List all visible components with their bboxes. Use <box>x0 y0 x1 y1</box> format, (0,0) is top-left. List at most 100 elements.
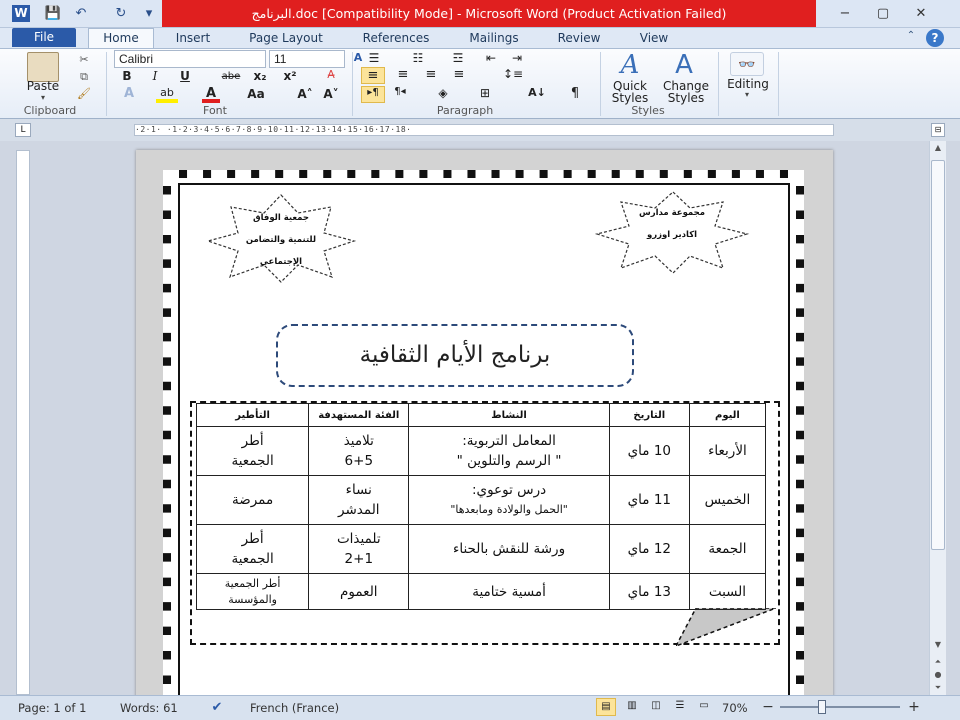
scroll-up-icon[interactable]: ▲ <box>932 143 944 155</box>
cell-date[interactable]: 11 ماي <box>608 475 690 525</box>
font-family-combo[interactable]: Calibri <box>114 50 266 68</box>
tab-review[interactable]: Review <box>548 30 610 48</box>
browse-object-icon[interactable]: ● <box>932 670 944 682</box>
cell-day[interactable]: الخميس <box>688 475 767 525</box>
cell-activity[interactable]: المعامل التربوية: " الرسم والتلوين " <box>408 426 610 476</box>
text-effects-icon[interactable]: A <box>118 86 140 103</box>
rtl-direction-icon[interactable]: ¶◂ <box>390 86 410 103</box>
draft-view-icon[interactable]: ▭ <box>694 698 714 716</box>
cell-day[interactable]: الجمعة <box>688 524 767 574</box>
paste-icon[interactable] <box>27 52 59 82</box>
underline-button[interactable]: U <box>176 68 194 85</box>
horizontal-ruler[interactable]: ·2·1· ·1·2·3·4·5·6·7·8·9·10·11·12·13·14·… <box>134 124 834 136</box>
sort-icon[interactable]: A↓ <box>526 86 548 103</box>
clear-formatting-icon[interactable]: A̶ <box>320 68 342 85</box>
cell-date[interactable]: 13 ماي <box>608 573 690 610</box>
undo-icon[interactable]: ↶ <box>72 5 90 22</box>
proofing-icon[interactable]: ✔ <box>206 698 228 718</box>
minimize-ribbon-icon[interactable]: ⌃ <box>904 30 918 44</box>
minimize-button[interactable]: − <box>828 4 862 24</box>
zoom-slider[interactable] <box>780 706 900 708</box>
increase-indent-icon[interactable]: ⇥ <box>508 51 526 66</box>
shading-icon[interactable]: ◈ <box>432 86 454 103</box>
next-page-icon[interactable]: ⏷ <box>932 683 944 694</box>
language-indicator[interactable]: French (France) <box>250 697 339 719</box>
decrease-indent-icon[interactable]: ⇤ <box>482 51 500 66</box>
program-title-banner[interactable]: برنامج الأيام الثقافية <box>276 324 634 387</box>
align-right-icon[interactable]: ≡ <box>420 67 442 84</box>
borders-icon[interactable]: ⊞ <box>474 86 496 103</box>
align-left-icon[interactable]: ≡ <box>361 67 385 84</box>
justify-icon[interactable]: ≡ <box>448 67 470 84</box>
web-layout-view-icon[interactable]: ◫ <box>646 698 666 716</box>
cell-day[interactable]: الأربعاء <box>688 426 767 476</box>
vertical-ruler[interactable] <box>16 150 30 695</box>
cell-date[interactable]: 10 ماي <box>608 426 690 476</box>
shrink-font-button[interactable]: A˅ <box>320 86 342 103</box>
superscript-button[interactable]: x² <box>280 68 300 85</box>
zoom-level[interactable]: 70% <box>722 697 748 719</box>
tab-references[interactable]: References <box>352 30 440 48</box>
restore-button[interactable]: ▢ <box>866 4 900 24</box>
word-count[interactable]: Words: 61 <box>120 697 178 719</box>
zoom-in-button[interactable]: + <box>906 699 922 715</box>
tab-page-layout[interactable]: Page Layout <box>240 30 332 48</box>
full-screen-view-icon[interactable]: ▥ <box>622 698 642 716</box>
change-case-button[interactable]: Aa <box>242 86 270 103</box>
previous-page-icon[interactable]: ⏶ <box>932 657 944 669</box>
outline-view-icon[interactable]: ☰ <box>670 698 690 716</box>
cell-staff[interactable]: أطر الجمعية والمؤسسة <box>195 573 310 610</box>
numbering-icon[interactable]: ☷ <box>406 51 430 66</box>
cell-date[interactable]: 12 ماي <box>608 524 690 574</box>
redo-icon[interactable]: ↻ <box>112 5 130 22</box>
tab-insert[interactable]: Insert <box>165 30 221 48</box>
ltr-direction-icon[interactable]: ▸¶ <box>361 86 385 103</box>
word-app-icon[interactable]: W <box>12 5 30 22</box>
quick-styles-icon[interactable]: A <box>612 50 648 80</box>
tab-selector-icon[interactable]: L <box>15 123 31 137</box>
italic-button[interactable]: I <box>146 68 164 85</box>
strikethrough-button[interactable]: abe <box>218 68 244 85</box>
change-styles-icon[interactable]: A <box>666 50 702 80</box>
subscript-button[interactable]: x₂ <box>250 68 270 85</box>
scroll-down-icon[interactable]: ▼ <box>932 640 944 652</box>
tab-view[interactable]: View <box>626 30 682 48</box>
editing-dropdown-icon[interactable]: ▾ <box>742 90 752 99</box>
cut-icon[interactable]: ✂ <box>76 53 92 67</box>
save-icon[interactable]: 💾 <box>44 5 62 22</box>
close-button[interactable]: ✕ <box>904 4 938 24</box>
highlight-icon[interactable]: ab <box>156 86 178 103</box>
cell-activity[interactable]: درس توعوي: "الحمل والولادة ومابعدها" <box>408 475 610 525</box>
format-painter-icon[interactable]: 🖌 <box>76 87 92 101</box>
grow-font-button[interactable]: A˄ <box>294 86 316 103</box>
tab-home[interactable]: Home <box>88 28 154 49</box>
cell-day[interactable]: السبت <box>688 573 767 610</box>
cell-target[interactable]: تلاميذ 6+5 <box>308 426 410 476</box>
tab-file[interactable]: File <box>12 28 76 47</box>
cell-activity[interactable]: ورشة للنقش بالحناء <box>408 524 610 574</box>
cell-target[interactable]: العموم <box>308 573 410 610</box>
cell-staff[interactable]: أطر الجمعية <box>195 524 310 574</box>
align-center-icon[interactable]: ≡ <box>392 67 414 84</box>
help-icon[interactable]: ? <box>926 29 944 47</box>
binoculars-icon[interactable]: 👓 <box>730 52 764 76</box>
page-count[interactable]: Page: 1 of 1 <box>18 697 86 719</box>
tab-mailings[interactable]: Mailings <box>458 30 530 48</box>
view-ruler-icon[interactable]: ⊟ <box>931 123 945 137</box>
customize-qat-icon[interactable]: ▾ <box>142 5 156 22</box>
bold-button[interactable]: B <box>118 68 136 85</box>
copy-icon[interactable]: ⧉ <box>76 70 92 84</box>
font-size-combo[interactable]: 11 <box>269 50 345 68</box>
paste-button[interactable]: Paste <box>20 80 66 93</box>
multilevel-list-icon[interactable]: ☲ <box>446 51 470 66</box>
cell-activity[interactable]: أمسية ختامية <box>408 573 610 610</box>
cell-target[interactable]: تلميذات 2+1 <box>308 524 410 574</box>
cell-target[interactable]: نساء المدشر <box>308 475 410 525</box>
scroll-thumb[interactable] <box>931 160 945 550</box>
cell-staff[interactable]: ممرضة <box>195 475 310 525</box>
show-marks-icon[interactable]: ¶ <box>566 86 584 103</box>
print-layout-view-icon[interactable]: ▤ <box>596 698 616 716</box>
cell-staff[interactable]: أطر الجمعية <box>195 426 310 476</box>
zoom-out-button[interactable]: − <box>760 699 776 715</box>
font-color-icon[interactable]: A <box>202 86 220 103</box>
